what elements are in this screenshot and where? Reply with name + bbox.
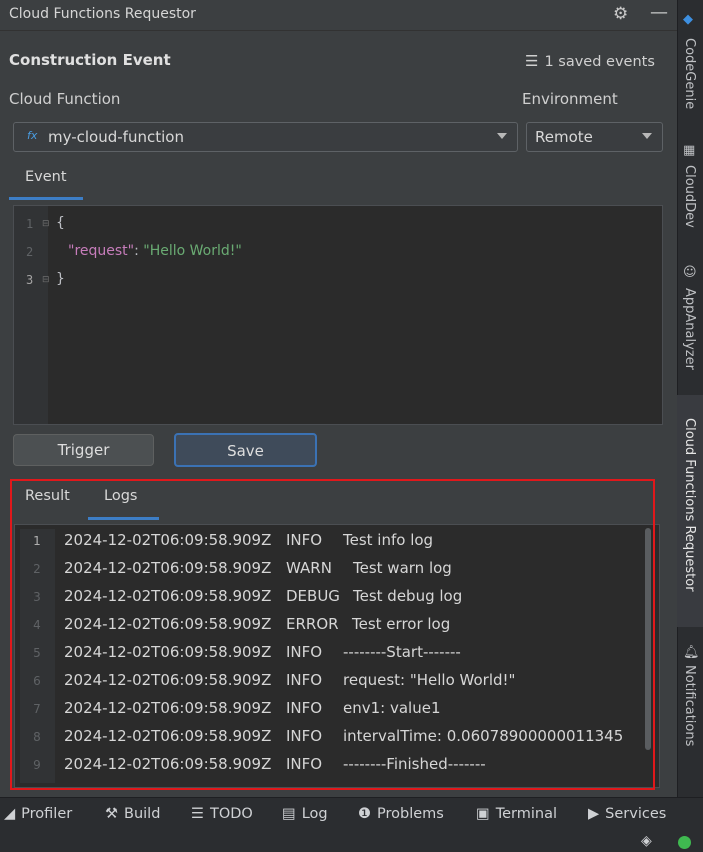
- saved-events-label: 1 saved events: [544, 54, 655, 70]
- sidebar-item-appanalyzer[interactable]: AppAnalyzer: [682, 288, 697, 370]
- bell-icon: 🔔︎: [683, 645, 700, 660]
- toolbar-log[interactable]: ▤ Log: [282, 806, 328, 822]
- sidebar-item-clouddev[interactable]: CloudDev: [682, 165, 697, 228]
- sidebar-item-codegenie[interactable]: CodeGenie: [682, 38, 697, 109]
- sidebar-item-notifications[interactable]: Notifications: [682, 665, 697, 746]
- save-button[interactable]: Save: [174, 433, 317, 467]
- fold-icon[interactable]: ⊟: [42, 219, 50, 229]
- status-ok-indicator[interactable]: [678, 836, 691, 849]
- editor-gutter: [14, 206, 48, 424]
- line-number: 3: [26, 273, 34, 287]
- toolbar-todo[interactable]: ☰ TODO: [191, 806, 253, 822]
- environment-value: Remote: [535, 128, 593, 146]
- toolbar-problems[interactable]: ❶ Problems: [358, 806, 444, 822]
- toolbar-problems-label: Problems: [377, 806, 444, 822]
- status-bar: [0, 830, 703, 852]
- clouddev-icon: ▦: [683, 143, 696, 158]
- json-key: "request": [68, 243, 135, 259]
- json-separator: :: [134, 243, 144, 259]
- tab-event[interactable]: Event: [25, 169, 67, 185]
- panel-title: Cloud Functions Requestor: [9, 6, 196, 22]
- gear-icon[interactable]: ⚙: [613, 4, 628, 24]
- hammer-icon: ⚒: [105, 806, 118, 822]
- chevron-down-icon: [642, 133, 652, 139]
- cloud-function-select[interactable]: fx my-cloud-function: [13, 122, 518, 152]
- toolbar-log-label: Log: [301, 806, 328, 822]
- line-number: 2: [26, 245, 34, 259]
- toolbar-build[interactable]: ⚒ Build: [105, 806, 160, 822]
- tab-event-indicator: [9, 197, 83, 200]
- toolbar-services[interactable]: ▶ Services: [588, 806, 666, 822]
- list-icon: ☰: [525, 52, 539, 70]
- toolbar-profiler-label: Profiler: [21, 806, 73, 822]
- line-number: 1: [26, 217, 34, 231]
- trigger-button[interactable]: Trigger: [13, 434, 154, 466]
- sidebar-item-cloud-functions-requestor[interactable]: Cloud Functions Requestor: [682, 418, 697, 592]
- terminal-icon: ▣: [476, 806, 490, 822]
- json-value: "Hello World!": [143, 243, 242, 259]
- list-icon: ☰: [191, 806, 204, 822]
- code-line: }: [56, 271, 65, 287]
- environment-select[interactable]: Remote: [526, 122, 663, 152]
- toolbar-todo-label: TODO: [210, 806, 253, 822]
- toolbar-profiler[interactable]: ◢ Profiler: [4, 806, 72, 822]
- log-icon: ▤: [282, 806, 296, 822]
- toolbar-build-label: Build: [124, 806, 161, 822]
- construction-event-title: Construction Event: [9, 51, 171, 69]
- plugin-status-icon[interactable]: ◈: [641, 833, 652, 849]
- highlight-box: [10, 479, 655, 790]
- saved-events-button[interactable]: ☰ 1 saved events: [525, 52, 655, 70]
- chevron-down-icon: [497, 133, 507, 139]
- cloud-function-label: Cloud Function: [9, 90, 121, 108]
- appanalyzer-icon: ☺: [683, 265, 697, 280]
- cloud-function-value: my-cloud-function: [48, 128, 184, 146]
- services-icon: ▶: [588, 806, 600, 822]
- code-line: "request": "Hello World!": [68, 243, 242, 259]
- toolbar-terminal[interactable]: ▣ Terminal: [476, 806, 557, 822]
- toolbar-services-label: Services: [605, 806, 667, 822]
- problems-icon: ❶: [358, 806, 371, 822]
- code-line: {: [56, 215, 65, 231]
- profiler-icon: ◢: [4, 806, 16, 822]
- fold-icon[interactable]: ⊟: [42, 275, 50, 285]
- toolbar-terminal-label: Terminal: [495, 806, 557, 822]
- event-editor[interactable]: [13, 205, 663, 425]
- codegenie-icon: ◆: [683, 12, 693, 27]
- function-icon: fx: [27, 129, 38, 142]
- minimize-icon[interactable]: —: [650, 2, 668, 23]
- environment-label: Environment: [522, 90, 618, 108]
